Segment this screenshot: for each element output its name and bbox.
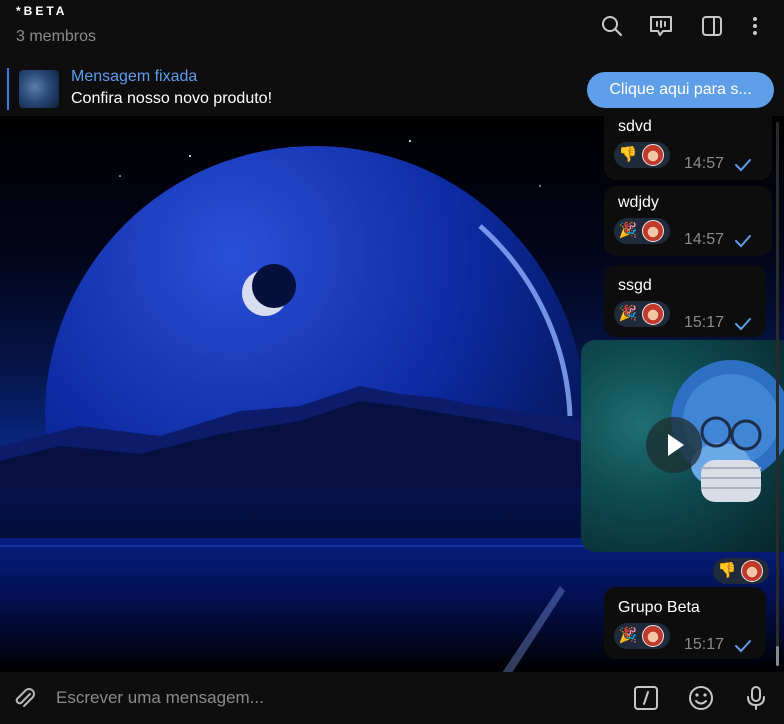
message-bubble[interactable]: ssgd 🎉 15:17: [604, 265, 766, 337]
sidebar-toggle-icon[interactable]: [698, 12, 726, 40]
message-time: 15:17: [684, 636, 725, 653]
reaction-avatar: [741, 560, 763, 582]
message-reactions[interactable]: 🎉: [614, 218, 670, 244]
message-text: Grupo Beta: [618, 599, 700, 616]
sent-check-icon: [735, 640, 751, 653]
pinned-message-bar[interactable]: Mensagem fixada Confira nosso novo produ…: [0, 60, 784, 116]
chat-title[interactable]: *BETA: [16, 4, 67, 18]
pinned-action-button[interactable]: Clique aqui para s...: [587, 72, 774, 108]
message-reactions[interactable]: 👎: [614, 142, 670, 168]
message-reactions[interactable]: 👎: [713, 558, 769, 584]
message-reactions[interactable]: 🎉: [614, 301, 670, 327]
message-time: 15:17: [684, 314, 725, 331]
message-composer: [0, 672, 784, 724]
play-icon: [668, 434, 684, 456]
message-reactions[interactable]: 🎉: [614, 623, 670, 649]
reaction-avatar: [642, 625, 664, 647]
reaction-avatar: [642, 144, 664, 166]
chat-header: *BETA 3 membros: [0, 0, 784, 60]
live-chat-icon[interactable]: [647, 12, 675, 40]
message-bubble[interactable]: sdvd 👎 14:57: [604, 110, 772, 180]
message-time: 14:57: [684, 155, 725, 172]
emoji-icon[interactable]: [687, 684, 715, 712]
more-vertical-icon[interactable]: [741, 12, 769, 40]
pinned-title: Mensagem fixada: [71, 68, 198, 85]
message-bubble[interactable]: wdjdy 🎉 14:57: [604, 186, 772, 256]
attach-icon[interactable]: [10, 684, 38, 712]
reaction-party-popper: 🎉: [618, 222, 638, 239]
message-bubble[interactable]: Grupo Beta 🎉 15:17: [604, 587, 766, 659]
play-button[interactable]: [646, 417, 702, 473]
reaction-thumbs-down: 👎: [717, 562, 737, 579]
message-text: ssgd: [618, 277, 652, 294]
commands-icon[interactable]: [632, 684, 660, 712]
message-input[interactable]: [56, 684, 596, 712]
pinned-thumbnail: [19, 70, 59, 108]
reaction-thumbs-down: 👎: [618, 146, 638, 163]
scrollbar-thumb[interactable]: [776, 646, 779, 666]
message-text: sdvd: [618, 118, 652, 135]
reaction-avatar: [642, 303, 664, 325]
scrollbar-track[interactable]: [776, 122, 779, 666]
search-icon[interactable]: [598, 12, 626, 40]
reaction-party-popper: 🎉: [618, 627, 638, 644]
member-count[interactable]: 3 membros: [16, 28, 96, 46]
sent-check-icon: [735, 159, 751, 172]
sent-check-icon: [735, 235, 751, 248]
reaction-avatar: [642, 220, 664, 242]
message-time: 14:57: [684, 231, 725, 248]
reaction-party-popper: 🎉: [618, 305, 638, 322]
message-text: wdjdy: [618, 194, 659, 211]
pinned-text: Confira nosso novo produto!: [71, 90, 273, 107]
microphone-icon[interactable]: [742, 684, 770, 712]
pinned-indicator: [7, 68, 9, 110]
sent-check-icon: [735, 318, 751, 331]
